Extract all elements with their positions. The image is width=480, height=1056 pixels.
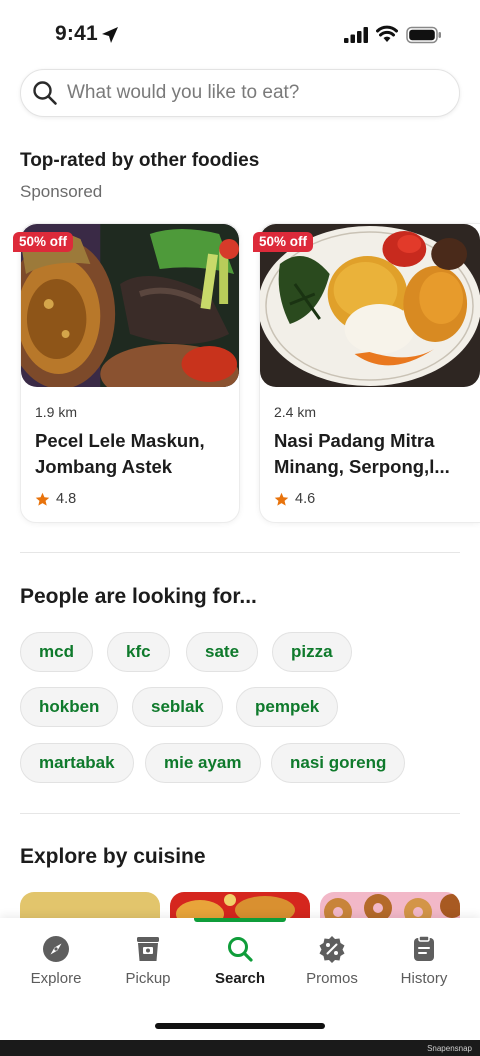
search-chip[interactable]: mie ayam — [145, 743, 261, 783]
search-chip[interactable]: kfc — [107, 632, 170, 672]
wifi-icon — [376, 25, 398, 42]
rating: 4.8 — [35, 490, 76, 508]
rating-value: 4.6 — [295, 491, 316, 507]
nav-label: Promos — [306, 970, 358, 987]
home-indicator — [155, 1023, 325, 1029]
search-chip[interactable]: hokben — [20, 687, 119, 727]
discount-badge: 50% off — [253, 232, 314, 252]
nav-promos[interactable]: Promos — [286, 918, 378, 1008]
search-icon — [33, 81, 57, 105]
search-chip[interactable]: pempek — [236, 687, 339, 727]
search-chip[interactable]: sate — [186, 632, 259, 672]
search-bar[interactable] — [20, 69, 460, 117]
search-chip[interactable]: martabak — [20, 743, 134, 783]
section-title-top-rated: Top-rated by other foodies — [20, 150, 260, 171]
compass-icon — [43, 936, 69, 962]
distance-label: 1.9 km — [35, 404, 78, 420]
footer-strip — [0, 1040, 480, 1056]
distance-label: 2.4 km — [274, 404, 317, 420]
discount-badge: 50% off — [13, 232, 74, 252]
divider — [20, 813, 460, 814]
nav-history[interactable]: History — [378, 918, 470, 1008]
section-title-looking-for: People are looking for... — [20, 585, 257, 608]
nav-pickup[interactable]: Pickup — [102, 918, 194, 1008]
search-input[interactable] — [67, 70, 447, 115]
divider — [20, 552, 460, 553]
nav-label: History — [400, 970, 448, 987]
restaurant-name: Pecel Lele Maskun, Jombang Astek — [35, 430, 205, 477]
rating-value: 4.8 — [56, 491, 77, 507]
restaurant-card[interactable]: 1.9 km Pecel Lele Maskun, Jombang Astek … — [20, 223, 240, 523]
nav-label: Search — [214, 970, 266, 987]
restaurant-card[interactable]: 2.4 km Nasi Padang Mitra Minang, Serpong… — [259, 223, 480, 523]
restaurant-name: Nasi Padang Mitra Minang, Serpong,l... — [274, 430, 450, 477]
search-icon — [228, 937, 253, 962]
search-chip[interactable]: pizza — [272, 632, 352, 672]
star-icon — [35, 492, 50, 506]
nav-explore[interactable]: Explore — [10, 918, 102, 1008]
cellular-signal-icon — [344, 27, 368, 43]
search-chip[interactable]: mcd — [20, 632, 93, 672]
watermark: Snapensnap — [427, 1044, 472, 1053]
search-chip[interactable]: nasi goreng — [271, 743, 406, 783]
status-time: 9:41 — [55, 22, 98, 45]
rating: 4.6 — [274, 490, 315, 508]
battery-icon — [406, 26, 441, 44]
nav-label: Explore — [30, 970, 82, 987]
pickup-bag-icon — [137, 937, 159, 961]
nav-search[interactable]: Search — [194, 918, 286, 1008]
star-icon — [274, 492, 289, 506]
bottom-navigation: Explore Pickup Search Promos History — [0, 918, 480, 1040]
search-chip[interactable]: seblak — [132, 687, 223, 727]
receipt-icon — [414, 935, 434, 961]
status-bar: 9:41 — [0, 0, 480, 64]
location-arrow-icon — [102, 27, 118, 43]
percent-badge-icon — [319, 936, 345, 963]
section-title-cuisine: Explore by cuisine — [20, 845, 206, 868]
nav-label: Pickup — [125, 970, 171, 987]
sponsored-label: Sponsored — [20, 182, 103, 201]
